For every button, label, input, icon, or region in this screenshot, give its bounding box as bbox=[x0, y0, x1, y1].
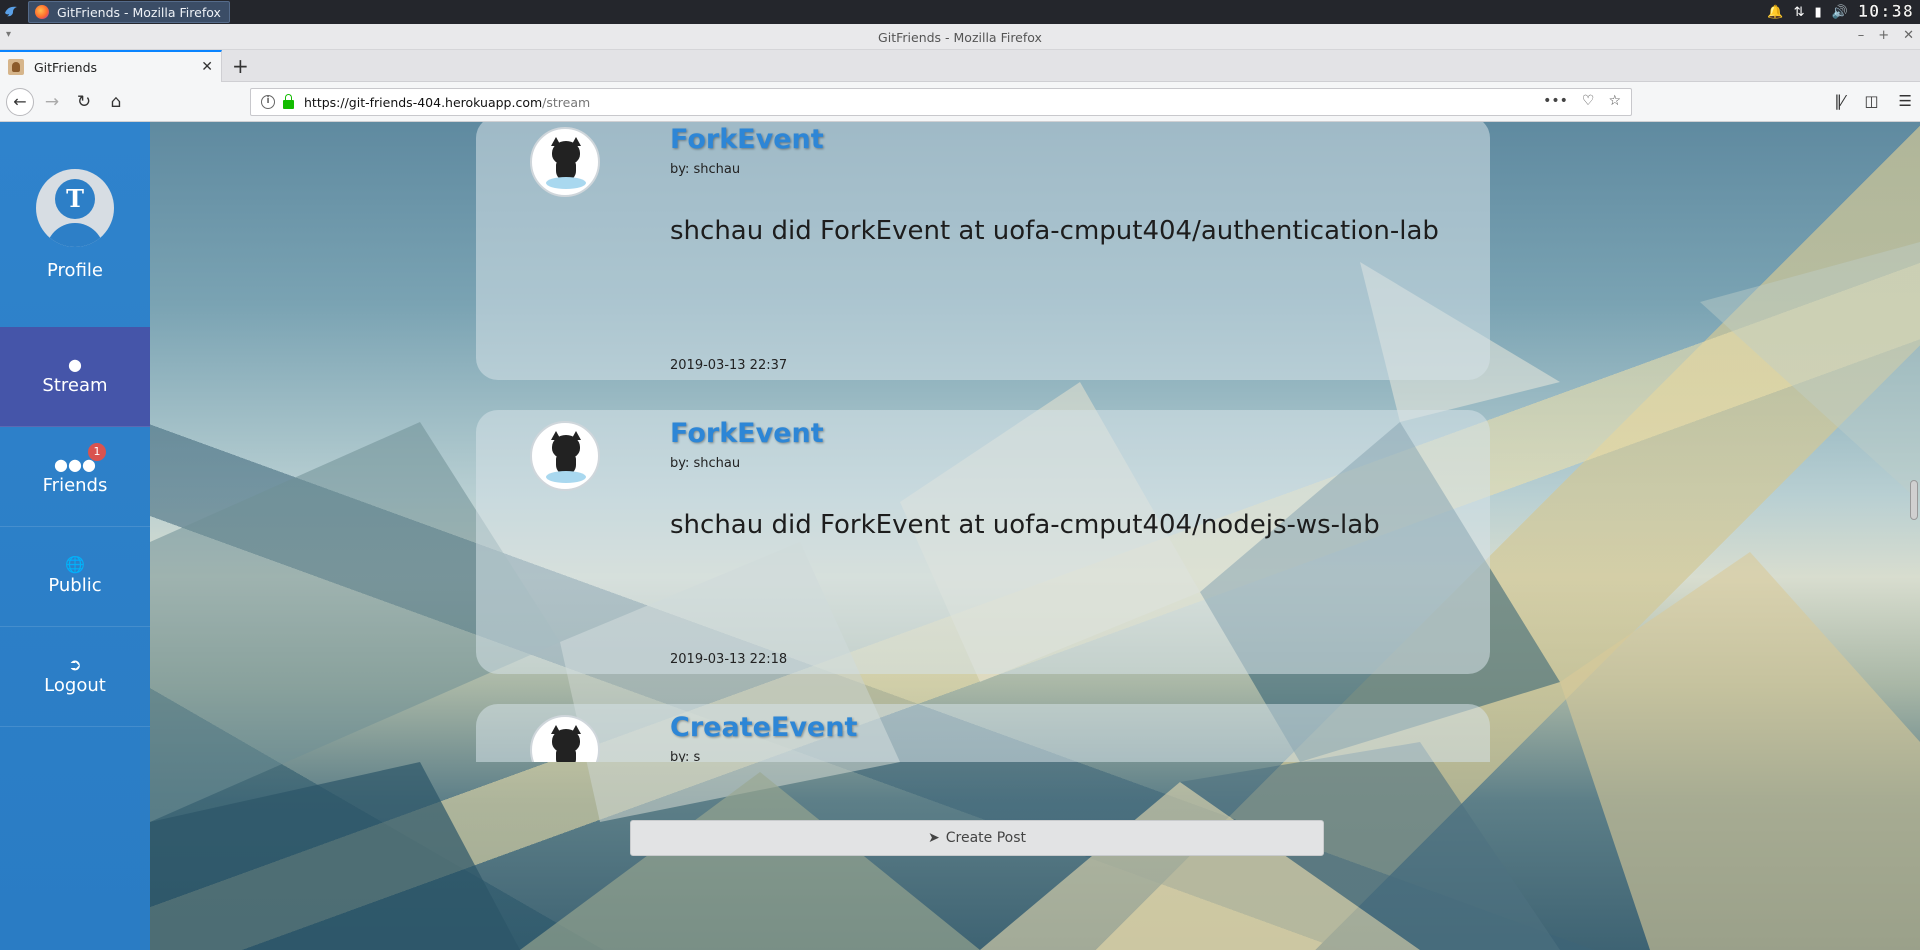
forward-icon[interactable]: → bbox=[40, 90, 64, 114]
new-tab-icon[interactable]: + bbox=[232, 54, 249, 78]
os-taskbar: GitFriends - Mozilla Firefox 🔔 ⇅ ▮ 🔊 10:… bbox=[0, 0, 1920, 24]
pocket-icon[interactable]: ♡ bbox=[1582, 93, 1595, 109]
page-viewport: T Profile ● Stream 1 ●●● Friends 🌐 Publi… bbox=[0, 122, 1920, 950]
bookmark-star-icon[interactable]: ☆ bbox=[1608, 93, 1621, 109]
url-bar[interactable]: i https://git-friends-404.herokuapp.com /… bbox=[250, 88, 1632, 116]
hamburger-menu-icon[interactable]: ☰ bbox=[1899, 92, 1912, 110]
sidebar-toggle-icon[interactable]: ◫ bbox=[1864, 92, 1878, 110]
sidebar-profile[interactable]: T Profile bbox=[0, 122, 150, 327]
close-window-icon[interactable]: ✕ bbox=[1903, 28, 1914, 43]
close-tab-icon[interactable]: ✕ bbox=[201, 59, 213, 75]
post-author: by: shchau bbox=[670, 456, 741, 471]
page-actions-icon[interactable]: ••• bbox=[1543, 93, 1568, 109]
sidebar-item-friends[interactable]: 1 ●●● Friends bbox=[0, 427, 150, 527]
create-post-button[interactable]: ➤ Create Post bbox=[630, 820, 1324, 856]
tab-title: GitFriends bbox=[34, 59, 98, 75]
start-menu-icon[interactable] bbox=[3, 4, 19, 20]
sign-out-icon: ➲ bbox=[68, 655, 82, 674]
window-titlebar: ▾ GitFriends - Mozilla Firefox – + ✕ bbox=[0, 24, 1920, 50]
sidebar-item-label: Logout bbox=[44, 675, 106, 696]
sidebar: T Profile ● Stream 1 ●●● Friends 🌐 Publi… bbox=[0, 122, 150, 950]
url-host: https://git-friends-404.herokuapp.com bbox=[304, 94, 543, 110]
network-icon[interactable]: ⇅ bbox=[1794, 5, 1805, 20]
toolbar-right: ‖⁄ ◫ ☰ bbox=[1834, 92, 1912, 110]
volume-icon[interactable]: 🔊 bbox=[1832, 5, 1848, 20]
window-controls: – + ✕ bbox=[1858, 28, 1914, 43]
url-actions: ••• ♡ ☆ bbox=[1543, 93, 1621, 109]
post-body: shchau did ForkEvent at uofa-cmput404/au… bbox=[670, 216, 1439, 246]
octocat-avatar bbox=[530, 715, 600, 762]
sidebar-item-label: Stream bbox=[42, 375, 108, 396]
site-info-icon[interactable]: i bbox=[261, 95, 275, 109]
url-path: /stream bbox=[542, 94, 591, 110]
paper-plane-icon: ➤ bbox=[928, 830, 940, 846]
secure-lock-icon bbox=[283, 93, 294, 109]
profile-avatar[interactable]: T bbox=[36, 169, 114, 247]
window-title: GitFriends - Mozilla Firefox bbox=[878, 30, 1042, 45]
octocat-avatar bbox=[530, 421, 600, 491]
notification-bell-icon[interactable]: 🔔 bbox=[1767, 5, 1783, 20]
post-card: CreateEvent by: s bbox=[476, 704, 1490, 762]
post-body: shchau did ForkEvent at uofa-cmput404/no… bbox=[670, 510, 1380, 540]
gitfriends-favicon-icon bbox=[8, 59, 24, 75]
post-date: 2019-03-13 22:37 bbox=[670, 358, 788, 373]
taskbar-firefox-window[interactable]: GitFriends - Mozilla Firefox bbox=[28, 1, 230, 23]
scrollbar-thumb[interactable] bbox=[1910, 480, 1918, 520]
navigation-toolbar: ← → ↻ ⌂ i https://git-friends-404.heroku… bbox=[0, 82, 1920, 122]
battery-icon[interactable]: ▮ bbox=[1814, 5, 1821, 20]
sidebar-item-stream[interactable]: ● Stream bbox=[0, 327, 150, 427]
system-tray: 🔔 ⇅ ▮ 🔊 10:38 bbox=[1767, 0, 1914, 24]
clock[interactable]: 10:38 bbox=[1858, 2, 1914, 22]
octocat-avatar bbox=[530, 127, 600, 197]
create-post-label: Create Post bbox=[945, 830, 1026, 846]
minimize-icon[interactable]: – bbox=[1858, 28, 1865, 43]
taskbar-window-title: GitFriends - Mozilla Firefox bbox=[57, 4, 221, 20]
tab-gitfriends[interactable]: GitFriends ✕ bbox=[0, 50, 222, 82]
stream-feed[interactable]: ForkEvent by: shchau shchau did ForkEven… bbox=[476, 122, 1490, 762]
sidebar-item-label: Public bbox=[48, 575, 102, 596]
sidebar-item-public[interactable]: 🌐 Public bbox=[0, 527, 150, 627]
post-author: by: s bbox=[670, 750, 701, 762]
sidebar-item-label: Friends bbox=[42, 475, 108, 496]
post-title[interactable]: CreateEvent bbox=[670, 712, 857, 743]
sidebar-item-logout[interactable]: ➲ Logout bbox=[0, 627, 150, 727]
post-date: 2019-03-13 22:18 bbox=[670, 652, 788, 667]
droplet-icon: ● bbox=[68, 355, 82, 374]
globe-icon: 🌐 bbox=[65, 555, 85, 574]
post-author: by: shchau bbox=[670, 162, 741, 177]
back-icon[interactable]: ← bbox=[6, 88, 34, 116]
profile-label[interactable]: Profile bbox=[0, 260, 150, 281]
avatar-initial: T bbox=[55, 179, 95, 219]
page-scrollbar[interactable] bbox=[1908, 122, 1920, 762]
maximize-icon[interactable]: + bbox=[1878, 28, 1889, 43]
library-icon[interactable]: ‖⁄ bbox=[1834, 92, 1844, 110]
reload-icon[interactable]: ↻ bbox=[72, 90, 96, 114]
tab-strip: GitFriends ✕ + bbox=[0, 50, 1920, 82]
post-card: ForkEvent by: shchau shchau did ForkEven… bbox=[476, 122, 1490, 380]
post-title[interactable]: ForkEvent bbox=[670, 124, 824, 155]
home-icon[interactable]: ⌂ bbox=[104, 90, 128, 114]
users-icon: ●●● bbox=[54, 455, 96, 474]
firefox-icon bbox=[35, 5, 49, 19]
post-title[interactable]: ForkEvent bbox=[670, 418, 824, 449]
post-card: ForkEvent by: shchau shchau did ForkEven… bbox=[476, 410, 1490, 674]
avatar-body-icon bbox=[46, 223, 104, 247]
